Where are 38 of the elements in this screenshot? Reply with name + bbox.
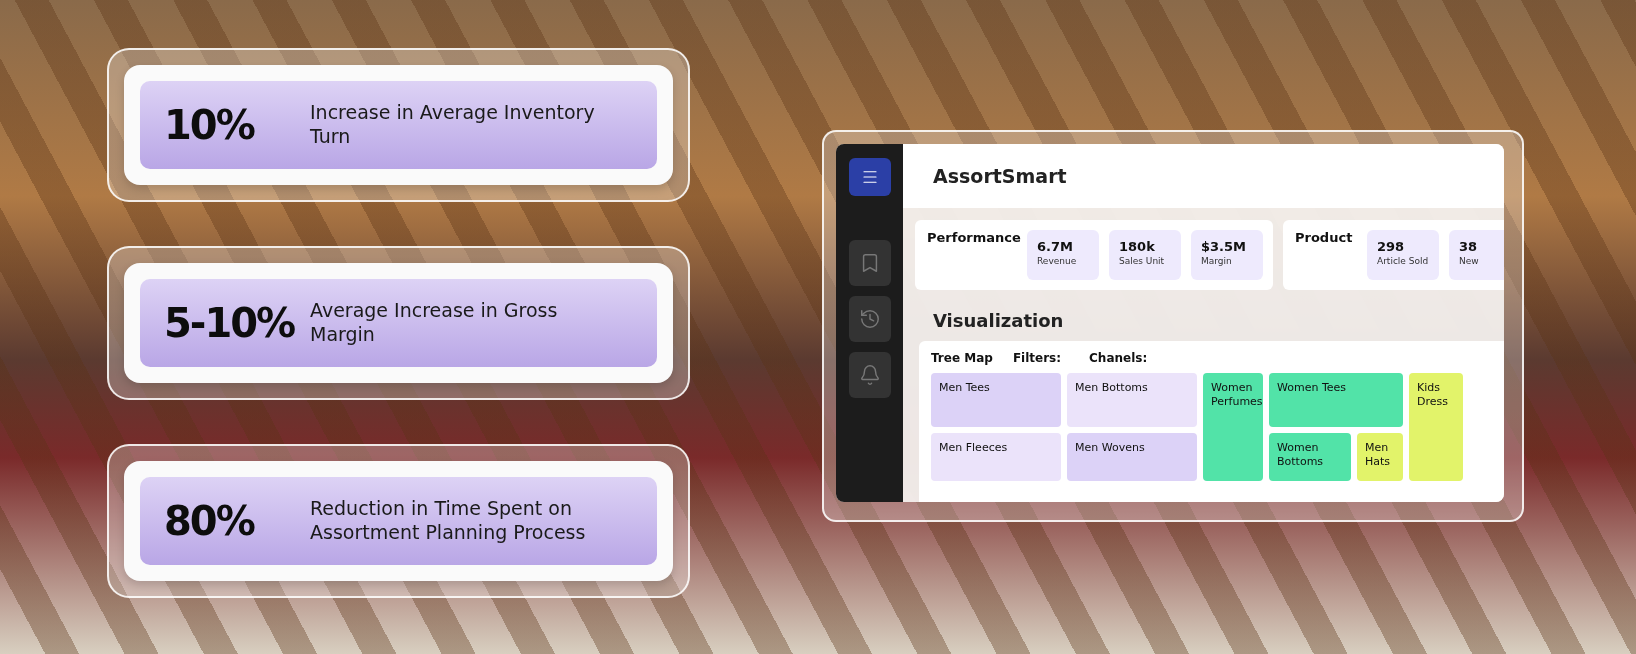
- metric-value: 6.7M: [1037, 239, 1074, 254]
- stat-description: Average Increase in Gross Margin: [310, 299, 559, 347]
- treemap-tile: Men Hats: [1357, 433, 1403, 481]
- sidebar-button[interactable]: [848, 352, 891, 398]
- panel-title: Product: [1295, 230, 1354, 245]
- history-icon: [858, 308, 881, 330]
- metric-label: Article Sold: [1377, 256, 1430, 266]
- control-label[interactable]: Chanels:: [1089, 351, 1148, 365]
- treemap-tile: Kids Dress: [1409, 373, 1463, 481]
- metric-value: 38: [1459, 239, 1479, 254]
- bell-icon: [858, 364, 881, 386]
- control-label[interactable]: Tree Map: [931, 351, 993, 365]
- stat-value: 5-10%: [164, 300, 296, 346]
- treemap-tile: Men Wovens: [1067, 433, 1197, 481]
- sidebar-button[interactable]: [848, 240, 891, 286]
- menu-button[interactable]: [848, 158, 891, 196]
- app-title: AssortSmart: [933, 165, 1067, 187]
- treemap-tile: Men Tees: [931, 373, 1061, 427]
- metric-value: 298: [1377, 239, 1406, 254]
- treemap-tile: Women Tees: [1269, 373, 1403, 427]
- treemap-tile: Men Fleeces: [931, 433, 1061, 481]
- treemap-tile: Men Bottoms: [1067, 373, 1197, 427]
- metric-label: New: [1459, 256, 1480, 266]
- metric-label: Sales Unit: [1119, 256, 1166, 266]
- metric-label: Revenue: [1037, 256, 1078, 266]
- metric-value: 180k: [1119, 239, 1156, 254]
- metric-label: Margin: [1201, 256, 1233, 266]
- section-title: Visualization: [932, 309, 1065, 333]
- control-label[interactable]: Filters:: [1012, 351, 1062, 365]
- sidebar-button[interactable]: [848, 296, 891, 342]
- stat-description: Increase in Average Inventory Turn: [310, 101, 596, 149]
- metric-value: $3.5M: [1201, 239, 1247, 254]
- stat-value: 80%: [164, 498, 256, 544]
- stat-description: Reduction in Time Spent on Assortment Planning Process: [310, 497, 587, 545]
- stat-value: 10%: [164, 102, 256, 148]
- treemap-tile: Women Perfumes: [1203, 373, 1263, 481]
- treemap-tile: Women Bottoms: [1269, 433, 1351, 481]
- menu-icon: [860, 168, 879, 186]
